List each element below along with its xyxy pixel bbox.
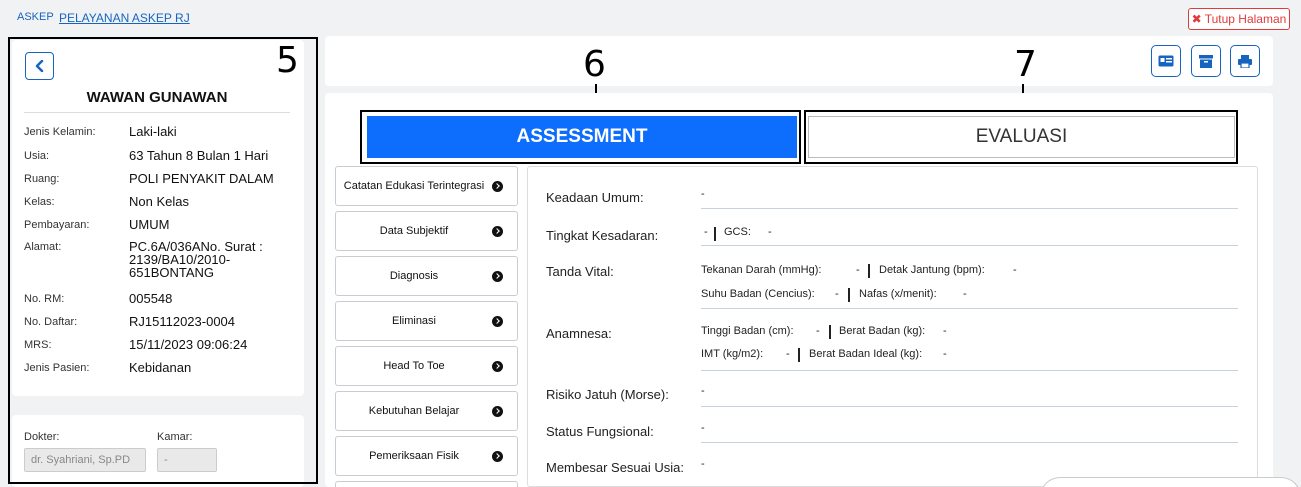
menu-item-eliminasi[interactable]: Eliminasi <box>335 301 518 341</box>
breadcrumb-root[interactable]: ASKEP <box>17 11 54 23</box>
menu-item-label: Head To Toe <box>383 360 445 372</box>
print-button[interactable] <box>1230 45 1260 77</box>
status-fungsional-label: Status Fungsional: <box>546 424 654 439</box>
tanda-vital-label: Tanda Vital: <box>546 264 614 279</box>
id-card-icon <box>1158 55 1174 67</box>
divider <box>701 442 1238 443</box>
anamnesa-label: Anamnesa: <box>546 326 612 341</box>
membesar-value: - <box>701 458 705 470</box>
risiko-jatuh-value: - <box>701 385 705 397</box>
menu-item-next[interactable] <box>335 481 518 487</box>
menu-item-label: Diagnosis <box>389 270 439 282</box>
tingkat-kesadaran-label: Tingkat Kesadaran: <box>546 228 659 243</box>
divider <box>701 406 1238 407</box>
bottom-overlay <box>1040 477 1301 487</box>
archive-icon <box>1199 54 1213 68</box>
menu-item-catatan-edukasi[interactable]: Catatan Edukasi Terintegrasi <box>335 166 518 206</box>
menu-item-kebutuhan-belajar[interactable]: Kebutuhan Belajar <box>335 391 518 431</box>
berat-badan-value: - <box>943 325 947 337</box>
keadaan-umum-label: Keadaan Umum: <box>546 190 644 205</box>
divider <box>798 348 800 362</box>
divider <box>701 308 1238 309</box>
berat-badan-ideal-label: Berat Badan Ideal (kg): <box>809 348 923 360</box>
chevron-right-circle-icon <box>492 225 503 237</box>
tingkat-kesadaran-value: - <box>704 226 708 238</box>
divider <box>701 208 1238 209</box>
menu-item-label: Catatan Edukasi Terintegrasi <box>343 180 485 192</box>
nafas-value: - <box>963 288 967 300</box>
tinggi-badan-label: Tinggi Badan (cm): <box>701 325 794 337</box>
menu-item-head-to-toe[interactable]: Head To Toe <box>335 346 518 386</box>
menu-item-diagnosis[interactable]: Diagnosis <box>335 256 518 296</box>
tekanan-darah-label: Tekanan Darah (mmHg): <box>701 264 822 276</box>
detak-jantung-value: - <box>1013 264 1017 276</box>
menu-item-label: Pemeriksaan Fisik <box>369 450 459 462</box>
chevron-right-circle-icon <box>492 270 503 282</box>
detak-jantung-label: Detak Jantung (bpm): <box>879 264 985 276</box>
annotation-box-panel <box>8 37 318 484</box>
nafas-label: Nafas (x/menit): <box>859 288 937 300</box>
gcs-value: - <box>768 226 772 238</box>
chevron-right-circle-icon <box>492 405 503 417</box>
annotation-number-assessment: 6 <box>583 44 606 85</box>
chevron-right-circle-icon <box>492 360 503 372</box>
annotation-number-panel: 5 <box>276 40 299 81</box>
close-icon: ✖ <box>1191 12 1202 26</box>
divider <box>701 245 1238 246</box>
chevron-right-circle-icon <box>492 450 503 462</box>
tinggi-badan-value: - <box>816 325 820 337</box>
keadaan-umum-value: - <box>701 188 705 200</box>
divider <box>701 370 1238 371</box>
imt-label: IMT (kg/m2): <box>701 348 764 360</box>
risiko-jatuh-label: Risiko Jatuh (Morse): <box>546 387 669 402</box>
breadcrumb-current[interactable]: PELAYANAN ASKEP RJ <box>59 11 190 25</box>
id-card-button[interactable] <box>1151 45 1181 77</box>
close-page-label: Tutup Halaman <box>1204 12 1287 26</box>
toolbar <box>325 36 1273 86</box>
tekanan-darah-value: - <box>856 264 860 276</box>
menu-item-label: Data Subjektif <box>379 225 449 237</box>
suhu-badan-value: - <box>835 288 839 300</box>
divider <box>868 264 870 278</box>
annotation-box-evaluasi <box>804 110 1238 164</box>
suhu-badan-label: Suhu Badan (Cencius): <box>701 288 815 300</box>
print-icon <box>1238 54 1252 68</box>
divider <box>714 227 716 241</box>
annotation-box-assessment <box>360 110 801 164</box>
membesar-label: Membesar Sesuai Usia: <box>546 460 684 475</box>
chevron-right-circle-icon <box>492 315 503 327</box>
annotation-number-evaluasi: 7 <box>1014 44 1037 85</box>
berat-badan-ideal-value: - <box>943 348 947 360</box>
menu-item-pemeriksaan-fisik[interactable]: Pemeriksaan Fisik <box>335 436 518 476</box>
divider <box>829 325 831 339</box>
menu-item-label: Kebutuhan Belajar <box>368 405 460 417</box>
status-fungsional-value: - <box>701 422 705 434</box>
menu-item-data-subjektif[interactable]: Data Subjektif <box>335 211 518 251</box>
divider <box>848 288 850 302</box>
gcs-label: GCS: <box>724 226 751 238</box>
imt-value: - <box>786 348 790 360</box>
close-page-button[interactable]: ✖ Tutup Halaman <box>1188 8 1290 30</box>
chevron-right-circle-icon <box>492 180 503 192</box>
menu-item-label: Eliminasi <box>391 315 436 327</box>
berat-badan-label: Berat Badan (kg): <box>839 325 926 337</box>
archive-button[interactable] <box>1191 45 1221 77</box>
